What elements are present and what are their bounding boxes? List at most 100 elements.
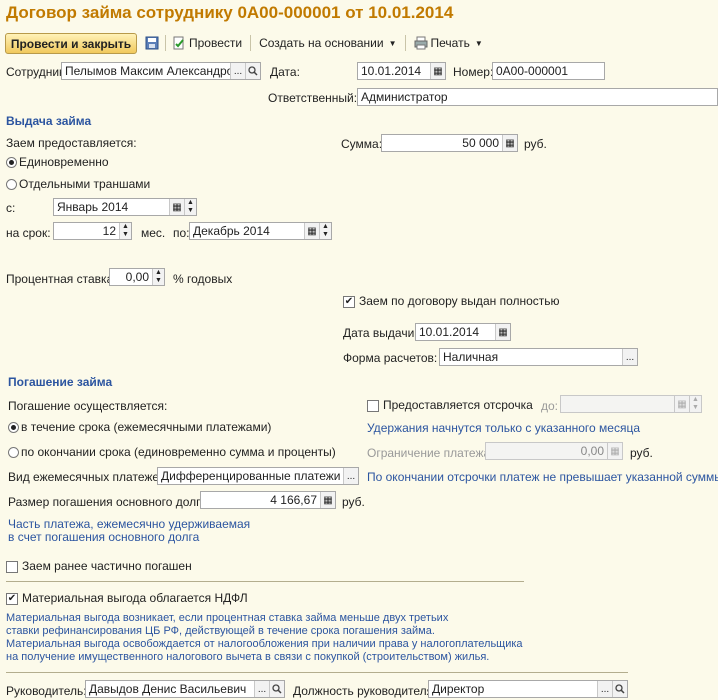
divider [6,581,524,582]
head-label: Руководитель: [6,684,87,698]
term-field[interactable]: 12 ▲ ▼ [53,222,132,240]
radio-during-term[interactable]: в течение срока (ежемесячными платежами) [8,420,271,434]
calculator-icon[interactable]: ▦ [320,492,335,508]
search-icon[interactable] [612,681,627,697]
radio-tranches[interactable]: Отдельными траншами [6,177,150,191]
to-period-value: Декабрь 2014 [193,224,270,238]
principal-value: 4 166,67 [270,493,317,507]
calendar-icon[interactable]: ▦ [304,223,319,239]
deferral-until-field[interactable]: ▦ ▲ ▼ [560,395,702,413]
rate-label: Процентная ставка: [6,272,117,286]
ellipsis-icon[interactable]: ... [230,63,245,79]
period-spinner[interactable]: ▲ ▼ [319,223,331,239]
ellipsis-icon[interactable]: ... [343,468,358,484]
radio-button-selected[interactable] [6,157,17,169]
ndfl-label: Материальная выгода облагается НДФЛ [22,591,248,605]
head-field[interactable]: Давыдов Денис Васильевич ... [85,680,285,698]
deferral-note-2: По окончании отсрочки платеж не превышае… [367,470,718,484]
sum-value: 50 000 [462,136,499,150]
post-icon[interactable] [172,36,186,50]
responsible-field[interactable]: Администратор [357,88,718,106]
ellipsis-icon[interactable]: ... [622,349,637,365]
benefit-text-4: на получение имущественного налогового в… [6,651,490,663]
toolbar-separator [404,35,406,51]
chevron-down-icon[interactable]: ▼ [475,39,483,48]
post-button[interactable]: Провести [189,36,242,50]
toolbar-separator [165,35,166,51]
radio-end-of-term[interactable]: по окончании срока (единовременно сумма … [8,445,336,459]
partially-repaid-checkbox[interactable]: Заем ранее частично погашен [6,559,192,573]
date-field[interactable]: 10.01.2014 ▦ [357,62,446,80]
deferral-until-value [561,396,674,412]
calculator-icon[interactable]: ▦ [607,443,622,459]
number-label: Номер: [453,65,494,79]
search-icon[interactable] [245,63,260,79]
from-period-field[interactable]: Январь 2014 ▦ ▲ ▼ [53,198,197,216]
number-field[interactable]: 0А00-000001 [492,62,605,80]
benefit-text-2: ставки рефинансирования ЦБ РФ, действующ… [6,625,435,637]
principal-note-line-1: Часть платежа, ежемесячно удерживаемая [8,517,251,531]
fully-issued-label: Заем по договору выдан полностью [359,294,560,308]
rate-field[interactable]: 0,00 ▲ ▼ [109,268,165,286]
ndfl-checkbox[interactable]: ✔ Материальная выгода облагается НДФЛ [6,591,248,605]
radio-button-selected[interactable] [8,422,19,434]
radio-once-label: Единовременно [19,155,109,169]
monthly-type-label: Вид ежемесячных платежей: [8,470,170,484]
principal-field[interactable]: 4 166,67 ▦ [200,491,336,509]
payment-form-value: Наличная [443,350,499,364]
fully-issued-checkbox[interactable]: ✔ Заем по договору выдан полностью [343,294,560,308]
currency-label: руб. [342,495,365,509]
until-label: до: [541,399,559,413]
calendar-icon[interactable]: ▦ [495,324,510,340]
payment-form-label: Форма расчетов: [343,351,438,365]
date-label: Дата: [270,65,300,79]
radio-button[interactable] [8,447,19,459]
position-value: Директор [432,682,485,696]
checkbox[interactable] [6,560,18,573]
position-label: Должность руководителя: [293,684,437,698]
term-spinner[interactable]: ▲ ▼ [119,223,131,239]
period-spinner[interactable]: ▲ ▼ [689,396,701,412]
checkbox-checked[interactable]: ✔ [343,295,355,308]
section-issue: Выдача займа [6,114,92,128]
issue-date-field[interactable]: 10.01.2014 ▦ [415,323,511,341]
term-value: 12 [102,224,116,238]
calendar-icon[interactable]: ▦ [430,63,445,79]
checkbox[interactable] [367,399,379,412]
payment-form-field[interactable]: Наличная ... [439,348,638,366]
position-field[interactable]: Директор ... [428,680,628,698]
rate-unit-label: % годовых [173,272,233,286]
print-icon[interactable] [414,36,428,50]
print-button[interactable]: Печать [431,36,470,50]
calendar-icon[interactable]: ▦ [169,199,184,215]
employee-field[interactable]: Пелымов Максим Александрович ... [61,62,261,80]
checkbox-checked[interactable]: ✔ [6,592,18,605]
calculator-icon[interactable]: ▦ [502,135,517,151]
to-period-field[interactable]: Декабрь 2014 ▦ ▲ ▼ [189,222,332,240]
create-based-on-button[interactable]: Создать на основании [259,36,384,50]
radio-button[interactable] [6,179,17,191]
monthly-type-field[interactable]: Дифференцированные платежи ... [157,467,359,485]
save-icon[interactable] [145,36,159,50]
principal-label: Размер погашения основного долга: [8,495,211,509]
sum-field[interactable]: 50 000 ▦ [381,134,518,152]
ellipsis-icon[interactable]: ... [597,681,612,697]
monthly-type-value: Дифференцированные платежи [161,469,341,483]
months-label: мес. [141,226,166,240]
radio-once[interactable]: Единовременно [6,155,109,169]
deferral-checkbox[interactable]: Предоставляется отсрочка [367,398,533,412]
section-repay: Погашение займа [8,375,113,389]
chevron-down-icon[interactable]: ▼ [389,39,397,48]
radio-tranches-label: Отдельными траншами [19,177,151,191]
rate-spinner[interactable]: ▲ ▼ [152,269,164,285]
radio-during-term-label: в течение срока (ежемесячными платежами) [21,420,272,434]
calendar-icon[interactable]: ▦ [674,396,689,412]
from-label: с: [6,201,16,215]
post-and-close-button[interactable]: Провести и закрыть [5,33,137,54]
divider [6,672,628,673]
search-icon[interactable] [269,681,284,697]
employee-label: Сотрудник: [6,65,68,79]
ellipsis-icon[interactable]: ... [254,681,269,697]
payment-limit-field[interactable]: 0,00 ▦ [485,442,623,460]
period-spinner[interactable]: ▲ ▼ [184,199,196,215]
